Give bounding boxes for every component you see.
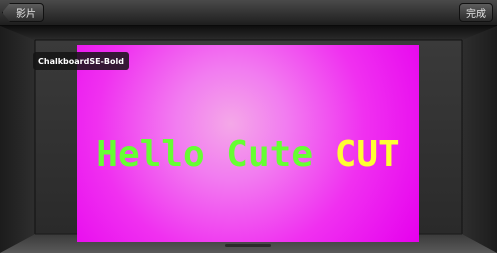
stage-right-wall	[462, 26, 497, 253]
title-text-part-1: Hello Cute	[96, 134, 335, 175]
stage-ceiling	[0, 26, 497, 40]
video-title-editor: 影片 完成 Hello Cute CUT ChalkboardSE-Bold	[0, 0, 497, 253]
done-button[interactable]: 完成	[459, 3, 493, 22]
title-text-part-2: CUT	[334, 134, 400, 175]
title-text[interactable]: Hello Cute CUT	[77, 133, 419, 177]
drag-handle[interactable]	[225, 244, 271, 247]
font-name-label: ChalkboardSE-Bold	[38, 56, 124, 66]
stage-left-wall	[0, 26, 35, 253]
navigation-bar: 影片 完成	[0, 0, 497, 26]
done-button-label: 完成	[466, 9, 486, 20]
back-button[interactable]: 影片	[2, 3, 44, 22]
title-preview-canvas[interactable]: Hello Cute CUT	[77, 45, 419, 242]
back-button-label: 影片	[16, 9, 36, 20]
font-name-badge: ChalkboardSE-Bold	[33, 52, 129, 70]
